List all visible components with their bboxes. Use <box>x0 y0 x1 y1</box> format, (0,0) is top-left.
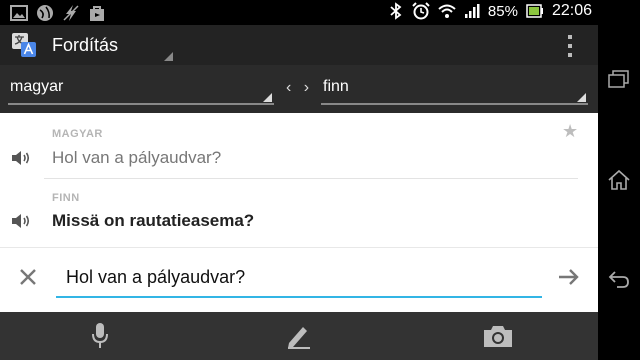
battery-percent: 85% <box>487 2 518 20</box>
wifi-icon <box>438 4 456 18</box>
battery-icon <box>526 4 543 18</box>
action-bar: Fordítás <box>0 25 598 65</box>
globe-icon <box>37 5 53 21</box>
translate-app-icon[interactable] <box>12 33 36 57</box>
clock: 22:06 <box>551 2 592 19</box>
clear-icon[interactable] <box>17 266 39 288</box>
target-speaker-icon[interactable] <box>11 212 31 230</box>
bottom-toolbar <box>0 312 598 360</box>
translated-text[interactable]: Missä on rautatieasema? <box>52 211 254 231</box>
title-dropdown-caret-icon[interactable] <box>164 52 173 61</box>
input-row <box>0 247 598 312</box>
back-button[interactable] <box>598 258 640 302</box>
source-language-caret-icon[interactable] <box>263 93 272 102</box>
bluetooth-icon <box>390 2 402 20</box>
recent-apps-icon <box>608 70 629 88</box>
source-text[interactable]: Hol van a pályaudvar? <box>52 148 221 168</box>
source-speaker-icon[interactable] <box>11 149 31 167</box>
bag-icon <box>90 6 104 21</box>
home-icon <box>608 169 630 190</box>
source-language-label: MAGYAR <box>52 128 103 140</box>
back-icon <box>608 271 629 288</box>
source-language-underline <box>8 103 274 105</box>
handwriting-input-button[interactable] <box>282 320 316 352</box>
source-language-select[interactable]: magyar <box>10 78 63 96</box>
star-icon[interactable]: ★ <box>562 121 578 142</box>
microphone-icon <box>92 323 108 348</box>
camera-icon <box>484 326 512 347</box>
language-bar: magyar ‹ › finn <box>0 65 598 113</box>
target-language-caret-icon[interactable] <box>577 93 586 102</box>
overflow-menu-icon[interactable] <box>566 35 574 57</box>
divider <box>44 178 578 179</box>
system-navigation-bar <box>598 0 640 360</box>
target-language-select[interactable]: finn <box>323 78 349 96</box>
translation-input[interactable] <box>56 258 542 298</box>
home-button[interactable] <box>598 158 640 202</box>
image-icon <box>10 5 28 21</box>
app-title[interactable]: Fordítás <box>52 35 118 56</box>
recent-apps-button[interactable] <box>598 58 640 102</box>
camera-input-button[interactable] <box>481 320 515 352</box>
translate-arrow-icon[interactable] <box>558 268 580 286</box>
swap-languages-button[interactable]: ‹ › <box>286 79 313 97</box>
target-language-underline <box>321 103 588 105</box>
alarm-icon <box>412 2 430 20</box>
app-window: 85% 22:06 Fordítás magyar ‹ › finn MAGYA… <box>0 0 598 360</box>
handwriting-pen-icon <box>288 327 310 349</box>
voice-input-button[interactable] <box>83 320 117 352</box>
target-language-label: FINN <box>52 192 80 204</box>
system-icons: 85% 22:06 <box>388 2 592 20</box>
status-bar: 85% 22:06 <box>0 0 598 25</box>
notification-icons <box>10 4 106 22</box>
flash-off-icon <box>63 5 79 21</box>
signal-icon <box>464 4 480 18</box>
translation-panel: MAGYAR Hol van a pályaudvar? ★ FINN Miss… <box>0 113 598 247</box>
